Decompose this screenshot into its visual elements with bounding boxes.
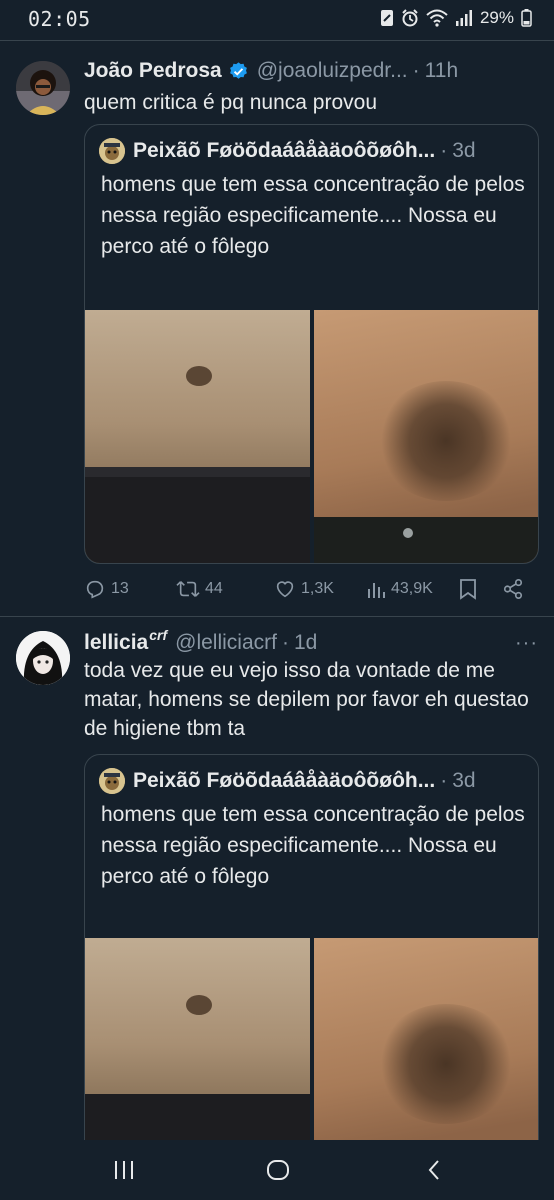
tweet[interactable]: João Pedrosa @joaoluizpedr... · 11h quem… bbox=[0, 40, 554, 617]
quoted-author-name: Peixãõ Føöõdaáâåàäoôõøôh... bbox=[133, 139, 436, 162]
quoted-time: 3d bbox=[452, 769, 476, 792]
views-count: 43,9K bbox=[391, 580, 433, 597]
separator-dot: · bbox=[440, 769, 448, 792]
reply-icon bbox=[86, 580, 104, 599]
quoted-text: homens que tem essa concentração de pelo… bbox=[101, 173, 525, 258]
tweet[interactable]: lellicia crf @lelliciacrf · 1d ··· toda … bbox=[0, 616, 554, 1176]
author-name[interactable]: João Pedrosa bbox=[84, 59, 222, 83]
like-count: 1,3K bbox=[301, 580, 334, 597]
nfc-icon bbox=[380, 9, 394, 27]
quoted-author-name: Peixãõ Føöõdaáâåàäoôõøôh... bbox=[133, 769, 436, 792]
wifi-icon bbox=[426, 9, 448, 27]
status-time: 02:05 bbox=[28, 7, 91, 31]
separator-dot: · bbox=[281, 631, 289, 654]
quoted-tweet[interactable]: Peixãõ Føöõdaáâåàäoôõøôh... · 3d homens … bbox=[84, 754, 539, 1176]
quoted-text: homens que tem essa concentração de pelo… bbox=[101, 803, 525, 888]
author-handle[interactable]: @joaoluizpedr... bbox=[257, 59, 408, 83]
bookmark-icon bbox=[460, 579, 476, 600]
recent-apps-icon bbox=[115, 1161, 133, 1179]
tweet-time[interactable]: 11h bbox=[425, 59, 458, 83]
tweet-text: toda vez que eu vejo isso da vontade de … bbox=[84, 659, 529, 740]
like-button[interactable]: 1,3K bbox=[274, 578, 334, 600]
back-icon bbox=[428, 1160, 439, 1180]
signal-icon bbox=[455, 10, 473, 26]
home-icon bbox=[267, 1160, 289, 1180]
views-button[interactable]: 43,9K bbox=[366, 579, 433, 599]
status-bar: 02:05 29% bbox=[0, 0, 554, 40]
retweet-icon bbox=[176, 581, 200, 597]
share-button[interactable] bbox=[502, 578, 524, 600]
bookmark-button[interactable] bbox=[458, 578, 478, 600]
battery-level: 29% bbox=[479, 8, 514, 27]
retweet-button[interactable]: 44 bbox=[176, 578, 223, 600]
quoted-time: 3d bbox=[452, 139, 476, 162]
avatar[interactable] bbox=[16, 631, 70, 685]
verified-badge-icon bbox=[228, 61, 249, 82]
status-icons: 29% bbox=[380, 8, 532, 28]
share-icon bbox=[503, 579, 523, 599]
back-button[interactable] bbox=[414, 1154, 454, 1186]
more-options-button[interactable]: ··· bbox=[507, 632, 538, 655]
author-name-superscript: crf bbox=[149, 629, 168, 643]
battery-icon bbox=[521, 9, 532, 27]
media-image[interactable] bbox=[85, 310, 310, 563]
recent-apps-button[interactable] bbox=[104, 1154, 144, 1186]
quoted-tweet[interactable]: Peixãõ Føöõdaáâåàäoôõøôh... · 3d homens … bbox=[84, 124, 539, 564]
author-name[interactable]: lellicia bbox=[84, 631, 148, 655]
tweet-text: quem critica é pq nunca provou bbox=[84, 91, 378, 114]
reply-count: 13 bbox=[111, 580, 129, 597]
quoted-avatar bbox=[99, 138, 125, 164]
reply-button[interactable]: 13 bbox=[84, 578, 129, 600]
separator-dot: · bbox=[440, 139, 448, 162]
system-navigation-bar bbox=[0, 1140, 554, 1200]
quoted-avatar bbox=[99, 768, 125, 794]
retweet-count: 44 bbox=[205, 580, 223, 597]
home-button[interactable] bbox=[258, 1154, 298, 1186]
media-grid bbox=[85, 310, 538, 563]
separator-dot: · bbox=[412, 59, 420, 82]
avatar[interactable] bbox=[16, 61, 70, 115]
author-handle[interactable]: @lelliciacrf bbox=[175, 631, 277, 655]
alarm-icon bbox=[401, 9, 419, 27]
tweet-time[interactable]: 1d bbox=[294, 631, 317, 655]
views-chart-icon bbox=[368, 583, 385, 598]
heart-icon bbox=[276, 581, 294, 598]
media-image[interactable] bbox=[313, 310, 538, 563]
